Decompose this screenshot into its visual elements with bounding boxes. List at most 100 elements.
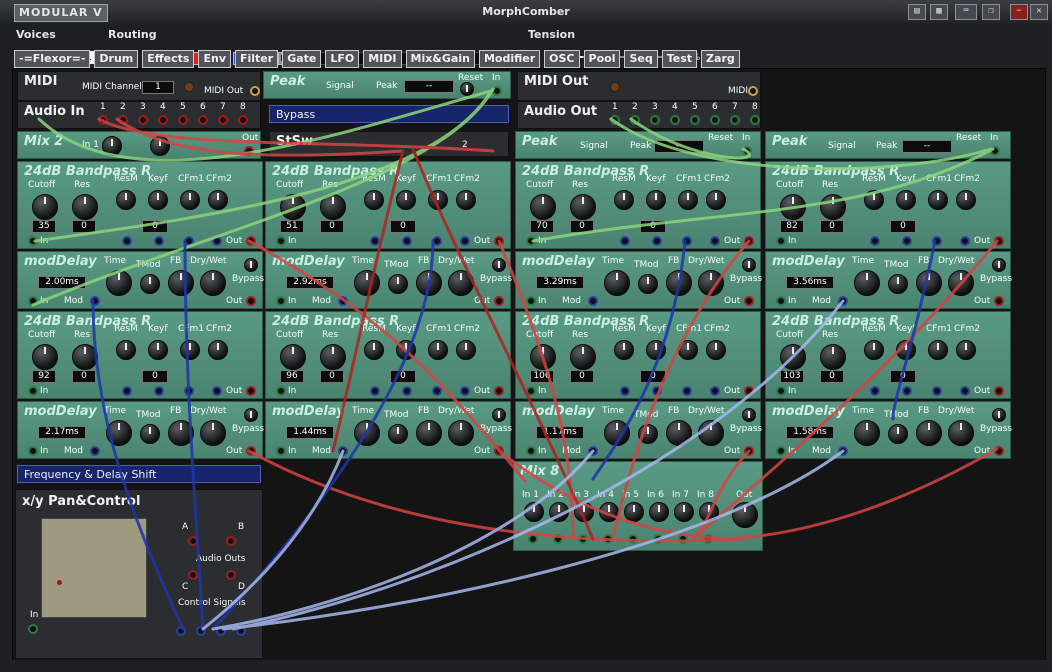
cutoff-knob[interactable] — [32, 194, 58, 220]
cfm1-knob[interactable] — [180, 190, 200, 210]
moddelay-in-jack[interactable] — [776, 296, 786, 306]
mix2-level-knob[interactable] — [102, 136, 122, 156]
save-as-icon[interactable]: ▦ — [930, 4, 948, 20]
keyf-knob[interactable] — [396, 340, 416, 360]
cfm2-jack[interactable] — [960, 236, 970, 246]
xy-pad[interactable] — [41, 518, 147, 618]
midi-out-module[interactable]: MIDI Out MIDI — [517, 71, 761, 101]
fb-knob[interactable] — [416, 270, 442, 296]
audio-out-port-jack-2[interactable] — [650, 115, 660, 125]
time-knob[interactable] — [604, 420, 630, 446]
moddelay-mod-jack[interactable] — [338, 446, 348, 456]
res-knob[interactable] — [72, 344, 98, 370]
moddelay-in-jack[interactable] — [526, 446, 536, 456]
fb-knob[interactable] — [416, 420, 442, 446]
bandpass-in-jack[interactable] — [28, 236, 38, 246]
audio-in-port-jack-2[interactable] — [138, 115, 148, 125]
audio-in-port-jack-6[interactable] — [218, 115, 228, 125]
moddelay-out-jack[interactable] — [994, 296, 1004, 306]
keyf-jack[interactable] — [402, 236, 412, 246]
res-knob[interactable] — [72, 194, 98, 220]
mix8-input-jack-7[interactable] — [703, 534, 713, 544]
cfm2-knob[interactable] — [956, 340, 976, 360]
moddelay-out-jack[interactable] — [744, 446, 754, 456]
xy-control-c[interactable] — [216, 626, 226, 636]
moddelay-mod-jack[interactable] — [838, 446, 848, 456]
resm-knob[interactable] — [116, 340, 136, 360]
moddelay-out-jack[interactable] — [994, 446, 1004, 456]
cfm1-jack[interactable] — [682, 386, 692, 396]
resm-jack[interactable] — [620, 236, 630, 246]
resm-knob[interactable] — [614, 190, 634, 210]
resm-jack[interactable] — [870, 236, 880, 246]
drywet-knob[interactable] — [698, 420, 724, 446]
moddelay-mod-jack[interactable] — [588, 296, 598, 306]
time-knob[interactable] — [854, 270, 880, 296]
peak-module-b[interactable]: Peak Signal Peak -- Reset In — [515, 131, 761, 159]
audio-out-module[interactable]: Audio Out 1 2 3 4 5 6 7 8 — [517, 101, 761, 129]
mix8-level-knob-7[interactable] — [699, 502, 719, 522]
category-button-6[interactable]: LFO — [325, 50, 360, 68]
mix2-level2-knob[interactable] — [150, 136, 170, 156]
resm-knob[interactable] — [614, 340, 634, 360]
bandpass-module[interactable]: 24dB Bandpass R Cutoff Res ResM Keyf CFm1 CFm2… — [515, 311, 761, 399]
keyf-jack[interactable] — [402, 386, 412, 396]
resm-jack[interactable] — [620, 386, 630, 396]
keyf-jack[interactable] — [154, 236, 164, 246]
xy-audio-out-d[interactable] — [226, 570, 236, 580]
cfm1-knob[interactable] — [928, 340, 948, 360]
keyf-knob[interactable] — [148, 340, 168, 360]
mix8-level-knob-5[interactable] — [649, 502, 669, 522]
audio-in-port-jack-3[interactable] — [158, 115, 168, 125]
moddelay-module[interactable]: modDelay 2.00ms Time TMod FB Dry/Wet Bypass In M… — [17, 251, 264, 309]
xy-in-jack[interactable] — [28, 624, 38, 634]
cfm2-jack[interactable] — [460, 386, 470, 396]
cutoff-knob[interactable] — [280, 344, 306, 370]
midi-out-jack[interactable] — [250, 86, 260, 96]
keyf-knob[interactable] — [896, 340, 916, 360]
stsw-module[interactable]: StSw 2 — [269, 131, 509, 157]
mix2-module[interactable]: Mix 2 In 1 Out — [17, 131, 261, 159]
cfm1-knob[interactable] — [678, 190, 698, 210]
res-knob[interactable] — [820, 194, 846, 220]
mix8-module[interactable]: Mix 8 In 1 In 2 In 3 In 4 In 5 In 6 In 7 In 8 O… — [513, 461, 763, 551]
drywet-knob[interactable] — [448, 420, 474, 446]
mix8-input-jack-5[interactable] — [653, 534, 663, 544]
moddelay-mod-jack[interactable] — [90, 296, 100, 306]
bypass-button[interactable] — [742, 258, 756, 272]
fb-knob[interactable] — [168, 420, 194, 446]
bypass-button[interactable] — [244, 258, 258, 272]
keyf-jack[interactable] — [652, 236, 662, 246]
bandpass-in-jack[interactable] — [776, 386, 786, 396]
mix8-input-jack-3[interactable] — [603, 534, 613, 544]
cutoff-knob[interactable] — [780, 194, 806, 220]
audio-out-port-jack-5[interactable] — [710, 115, 720, 125]
bandpass-module[interactable]: 24dB Bandpass R Cutoff Res ResM Keyf CFm1 CFm2… — [515, 161, 761, 249]
peak-a-in-jack[interactable] — [492, 86, 502, 96]
moddelay-in-jack[interactable] — [276, 446, 286, 456]
audio-in-module[interactable]: Audio In 1 2 3 4 5 6 7 8 — [17, 101, 261, 129]
fb-knob[interactable] — [666, 270, 692, 296]
moddelay-module[interactable]: modDelay 3.56ms Time TMod FB Dry/Wet Bypass In M… — [765, 251, 1012, 309]
bandpass-module[interactable]: 24dB Bandpass R Cutoff Res ResM Keyf CFm1 CFm2… — [265, 161, 511, 249]
category-button-12[interactable]: Seq — [624, 50, 658, 68]
keyf-knob[interactable] — [148, 190, 168, 210]
bypass-button[interactable] — [492, 408, 506, 422]
moddelay-in-jack[interactable] — [526, 296, 536, 306]
midi-module[interactable]: MIDI MIDI Channel 1 MIDI Out — [17, 71, 261, 101]
tmod-knob[interactable] — [888, 274, 908, 294]
xy-pad-cursor[interactable] — [57, 580, 62, 585]
category-button-11[interactable]: Pool — [583, 50, 621, 68]
moddelay-in-jack[interactable] — [28, 446, 38, 456]
drywet-knob[interactable] — [200, 270, 226, 296]
cutoff-knob[interactable] — [32, 344, 58, 370]
audio-in-port-jack-7[interactable] — [238, 115, 248, 125]
fb-knob[interactable] — [666, 420, 692, 446]
bandpass-in-jack[interactable] — [28, 386, 38, 396]
bandpass-out-jack[interactable] — [494, 236, 504, 246]
bandpass-module[interactable]: 24dB Bandpass R Cutoff Res ResM Keyf CFm1 CFm2… — [17, 161, 263, 249]
bandpass-in-jack[interactable] — [526, 386, 536, 396]
bandpass-out-jack[interactable] — [994, 386, 1004, 396]
moddelay-out-jack[interactable] — [494, 296, 504, 306]
category-button-9[interactable]: Modifier — [478, 50, 541, 68]
